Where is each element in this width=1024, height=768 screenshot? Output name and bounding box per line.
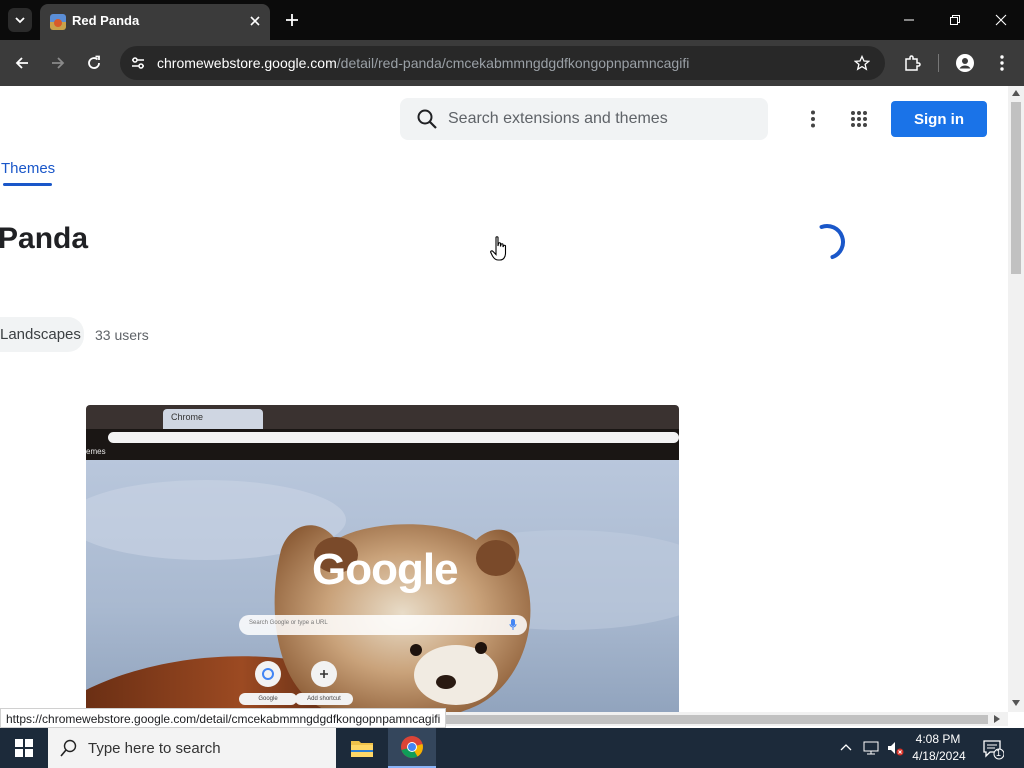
vertical-scrollbar[interactable] (1008, 86, 1024, 712)
hand-pointer-cursor-icon (490, 236, 507, 261)
puzzle-icon (905, 55, 921, 71)
taskbar-search-placeholder: Type here to search (88, 740, 221, 757)
star-icon (854, 55, 870, 71)
close-icon (250, 16, 260, 26)
tune-icon (132, 57, 144, 69)
file-explorer-button[interactable] (344, 728, 380, 768)
item-title: Panda (0, 222, 89, 255)
active-tab[interactable]: Red Panda (40, 4, 270, 40)
minimize-button[interactable] (886, 0, 932, 40)
notification-center-button[interactable]: 1 (982, 738, 1004, 760)
preview-google-logo: Google (312, 545, 459, 594)
chrome-icon (401, 736, 423, 758)
category-chip[interactable]: Landscapes (0, 317, 84, 352)
address-bar[interactable]: chromewebstore.google.com/detail/red-pan… (120, 46, 885, 80)
plus-icon (320, 670, 328, 678)
bookmark-star-button[interactable] (850, 51, 874, 75)
new-tab-button[interactable] (282, 10, 302, 30)
arrow-left-icon (15, 57, 28, 69)
minimize-icon (904, 19, 914, 21)
clock-time[interactable]: 4:08 PM (910, 732, 966, 746)
preview-bookmark-label: emes (86, 447, 106, 456)
web-page: Search extensions and themes Sign in The… (0, 86, 1008, 726)
site-info-button[interactable] (126, 51, 150, 75)
tab-title: Red Panda (72, 13, 140, 28)
tab-search-button[interactable] (8, 8, 32, 32)
store-search-box[interactable]: Search extensions and themes (400, 98, 768, 140)
microphone-icon (509, 619, 517, 630)
chrome-taskbar-button[interactable] (388, 728, 436, 768)
browser-toolbar: chromewebstore.google.com/detail/red-pan… (0, 40, 1024, 86)
account-icon (956, 54, 974, 72)
close-window-button[interactable] (978, 0, 1024, 40)
url-host: chromewebstore.google.com (157, 55, 337, 71)
notification-count: 1 (996, 748, 1002, 758)
restore-button[interactable] (932, 0, 978, 40)
preview-bookmarks-bar (86, 445, 679, 460)
preview-search-box: Search Google or type a URL (239, 615, 527, 635)
users-count: 33 users (95, 327, 149, 343)
network-icon[interactable] (862, 739, 880, 757)
store-search-placeholder: Search extensions and themes (448, 110, 668, 127)
url-path: /detail/red-panda/cmcekabmmngdgdfkongopn… (336, 55, 690, 71)
google-g-icon (262, 668, 274, 680)
theme-preview-image[interactable]: Chrome emes Google Search Google or type… (86, 405, 679, 726)
reload-button[interactable] (80, 49, 108, 77)
forward-button[interactable] (44, 49, 72, 77)
apps-grid-icon (851, 111, 867, 127)
toolbar-divider (938, 54, 939, 72)
chevron-down-icon (15, 17, 25, 24)
preview-shortcut1-label: Google (239, 693, 297, 705)
close-icon (995, 14, 1007, 26)
preview-shortcut-add (311, 661, 337, 687)
preview-shortcut2-label: Add shortcut (295, 693, 353, 705)
plus-icon (286, 14, 298, 26)
clock-date[interactable]: 4/18/2024 (908, 749, 970, 763)
status-bar-url: https://chromewebstore.google.com/detail… (0, 708, 447, 728)
taskbar-search-box[interactable]: Type here to search (48, 728, 336, 768)
tab-themes[interactable]: Themes (1, 160, 55, 177)
scroll-down-arrow-icon[interactable] (1012, 700, 1020, 706)
vertical-scroll-thumb[interactable] (1011, 102, 1021, 274)
browser-menu-button[interactable] (988, 49, 1016, 77)
windows-taskbar: Type here to search 4:08 PM 4/18/2024 1 (0, 728, 1024, 768)
windows-logo-icon (15, 739, 33, 757)
more-vert-icon (811, 110, 815, 128)
preview-shortcut-google (255, 661, 281, 687)
horizontal-scroll-thumb[interactable] (440, 715, 988, 724)
loading-spinner-icon (819, 224, 845, 260)
tab-close-button[interactable] (246, 12, 264, 30)
sign-in-button[interactable]: Sign in (891, 101, 987, 137)
scroll-up-arrow-icon[interactable] (1012, 90, 1020, 96)
scroll-right-arrow-icon[interactable] (994, 715, 1000, 723)
reload-icon (88, 55, 100, 69)
preview-search-placeholder: Search Google or type a URL (249, 620, 328, 626)
start-button[interactable] (0, 728, 48, 768)
url-text: chromewebstore.google.com/detail/red-pan… (157, 55, 689, 71)
chevron-up-icon[interactable] (838, 740, 854, 756)
category-label: Landscapes (0, 326, 81, 343)
browser-tab-strip: Red Panda (0, 0, 1024, 40)
more-options-button[interactable] (801, 106, 825, 132)
google-apps-button[interactable] (847, 107, 871, 131)
search-icon (60, 739, 77, 757)
preview-tab-label: Chrome (171, 412, 204, 422)
folder-icon (351, 741, 373, 757)
more-vert-icon (1000, 55, 1004, 71)
active-tab-indicator (3, 183, 52, 186)
search-icon (417, 109, 437, 129)
extensions-button[interactable] (898, 49, 926, 77)
preview-omnibox (108, 432, 679, 443)
theme-favicon-icon (50, 14, 66, 30)
arrow-right-icon (52, 57, 65, 69)
back-button[interactable] (8, 49, 36, 77)
volume-muted-icon[interactable] (886, 739, 904, 757)
restore-icon (950, 15, 960, 25)
profile-button[interactable] (951, 49, 979, 77)
preview-tab: Chrome (163, 409, 263, 429)
